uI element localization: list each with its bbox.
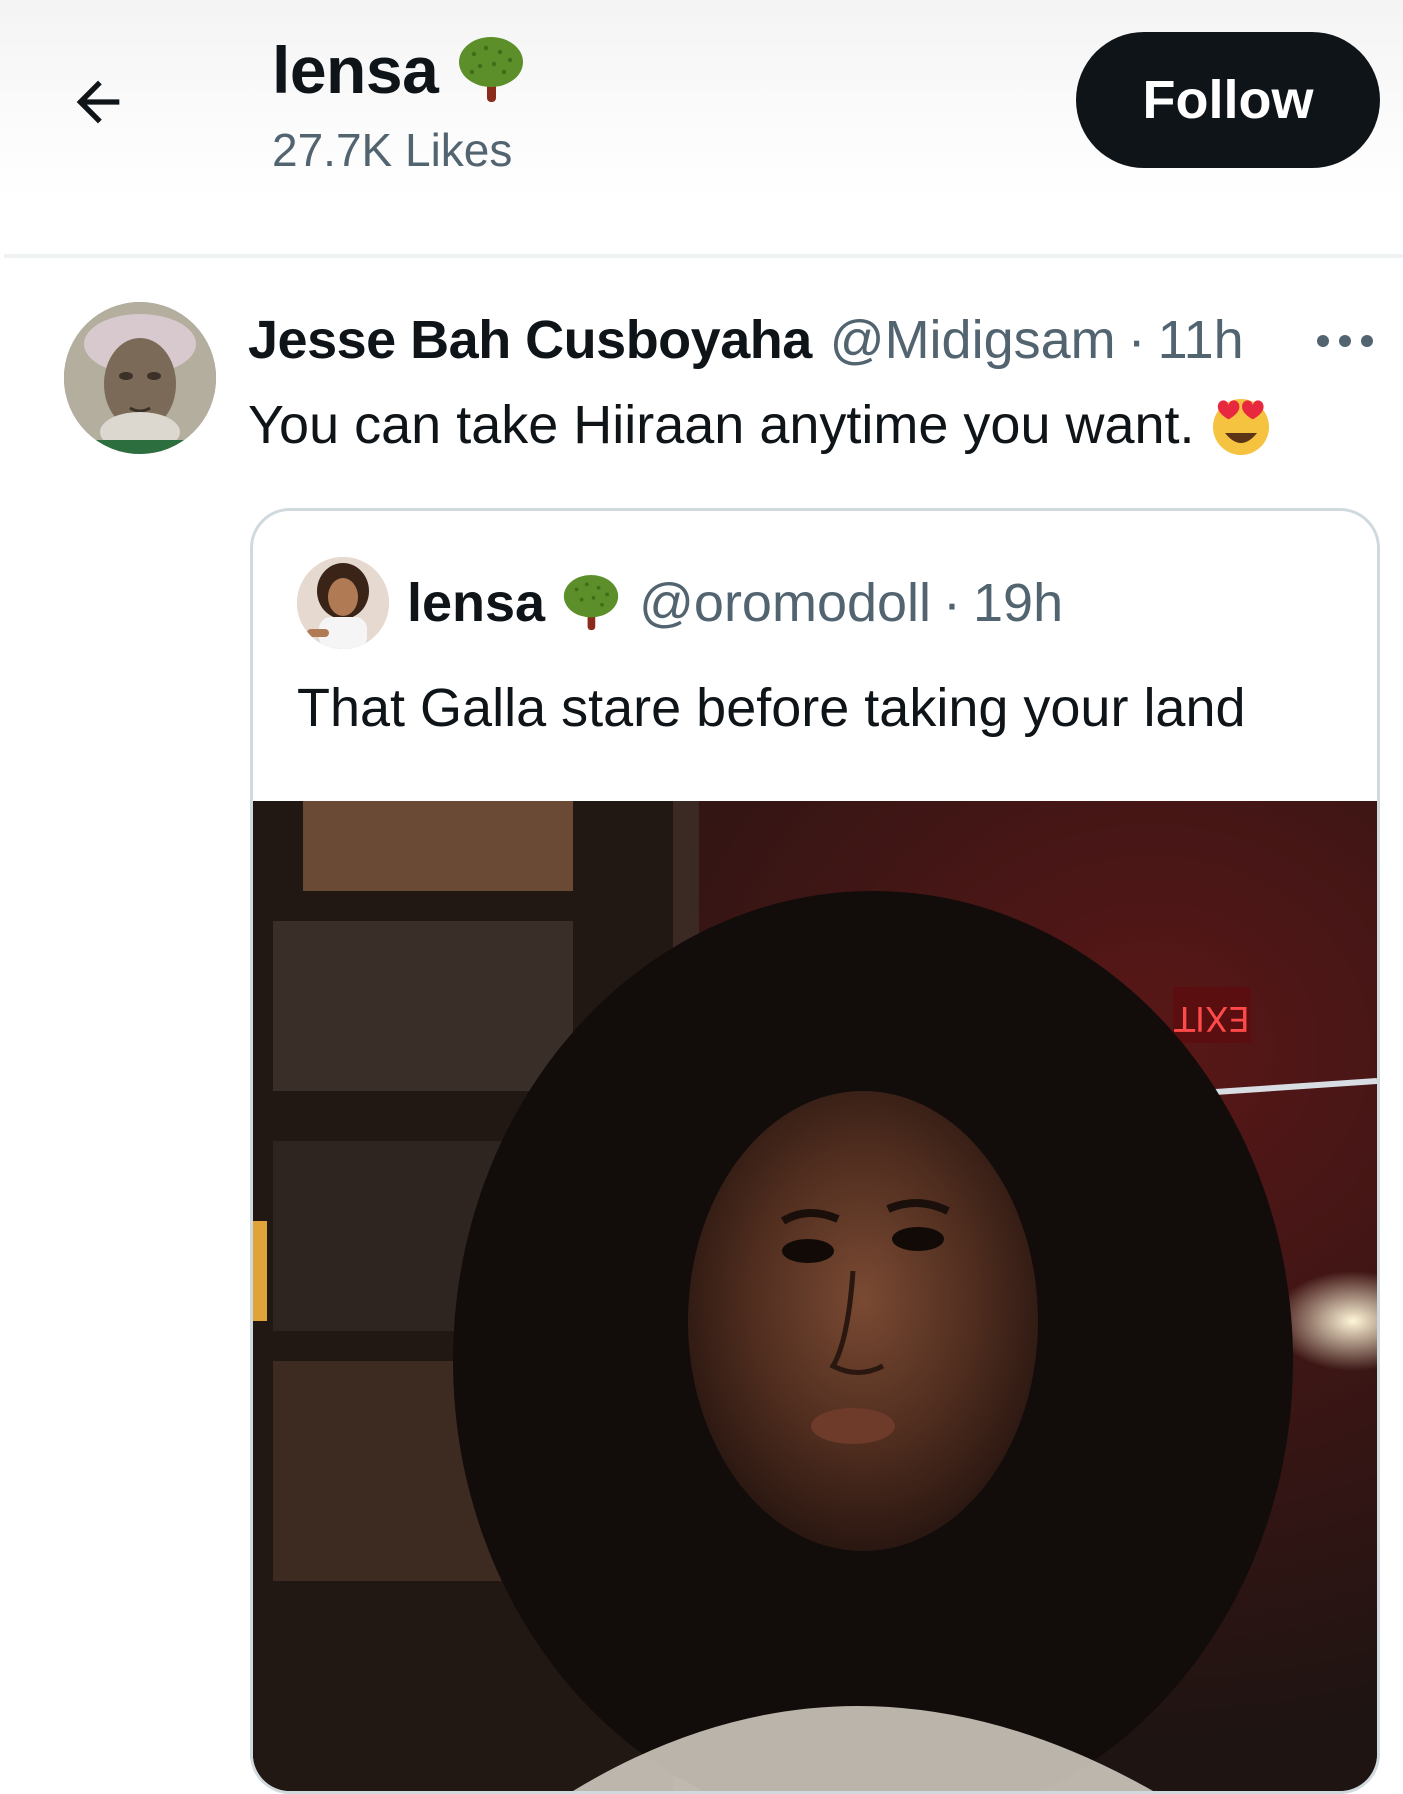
- quoted-avatar-image: [297, 557, 389, 649]
- back-button[interactable]: [58, 62, 138, 142]
- quoted-tweet-image[interactable]: EXIT: [253, 801, 1377, 1791]
- tweet-author-name[interactable]: Jesse Bah Cusboyaha: [248, 306, 812, 374]
- quoted-author-name[interactable]: lensa: [407, 572, 545, 634]
- more-options-button[interactable]: [1310, 316, 1380, 366]
- tweet-body: You can take Hiiraan anytime you want.: [248, 388, 1273, 462]
- arrow-left-icon: [76, 80, 120, 124]
- quoted-author-avatar[interactable]: [297, 557, 389, 649]
- exit-sign-text: EXIT: [1174, 998, 1250, 1038]
- tweet-author-avatar[interactable]: [64, 302, 216, 454]
- follow-button[interactable]: Follow: [1076, 32, 1380, 168]
- tweet-text: You can take Hiiraan anytime you want.: [248, 395, 1195, 455]
- tweet-header: Jesse Bah Cusboyaha @Midigsam · 11h: [248, 306, 1388, 374]
- avatar-image: [64, 302, 216, 454]
- heart-eyes-emoji-icon: [1212, 399, 1269, 455]
- quoted-timestamp[interactable]: 19h: [973, 572, 1063, 634]
- quoted-tweet-card[interactable]: lensa @oromodoll · 19h That Galla stare …: [250, 508, 1380, 1794]
- profile-name: lensa: [272, 33, 439, 107]
- tweet-separator: ·: [1127, 310, 1146, 370]
- profile-title: lensa: [272, 30, 524, 110]
- header-divider: [4, 254, 1403, 258]
- more-icon: [1317, 335, 1373, 347]
- quoted-tweet-header: lensa @oromodoll · 19h: [407, 569, 1063, 637]
- photo-scene: EXIT: [253, 801, 1377, 1791]
- quoted-author-handle[interactable]: @oromodoll: [639, 572, 931, 634]
- tweet-author-handle[interactable]: @Midigsam: [830, 306, 1116, 374]
- quoted-tweet-text: That Galla stare before taking your land: [297, 678, 1246, 738]
- tweet-timestamp[interactable]: 11h: [1158, 306, 1244, 374]
- profile-header: lensa 27.7K Likes Follow: [0, 0, 1403, 200]
- tree-icon: [459, 37, 524, 102]
- profile-likes-count: 27.7K Likes: [272, 124, 513, 176]
- tree-icon: [563, 575, 619, 631]
- quoted-separator: ·: [943, 573, 962, 633]
